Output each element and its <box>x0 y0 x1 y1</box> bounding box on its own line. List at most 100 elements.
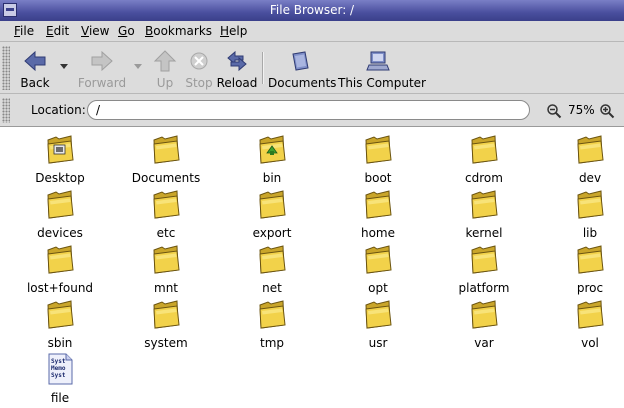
menu-bookmarks[interactable]: Bookmarks <box>145 24 212 38</box>
file-name-label: system <box>144 336 188 350</box>
file-item-cdrom[interactable]: cdrom <box>434 133 534 185</box>
zoom-level[interactable]: 75% <box>568 103 595 117</box>
file-item-mnt[interactable]: mnt <box>116 243 216 295</box>
file-item-etc[interactable]: etc <box>116 188 216 240</box>
file-name-label: dev <box>578 171 602 185</box>
file-item-documents[interactable]: Documents <box>116 133 216 185</box>
back-history-chevron-down-icon[interactable] <box>60 64 68 69</box>
folder-icon <box>575 298 605 330</box>
file-name-label: home <box>360 226 396 240</box>
documents-button[interactable]: Documents <box>268 46 337 90</box>
zoom-out-icon[interactable] <box>546 103 562 119</box>
folder-icon <box>469 298 499 330</box>
file-item-tmp[interactable]: tmp <box>222 298 322 350</box>
file-item-opt[interactable]: opt <box>328 243 428 295</box>
file-item-bin[interactable]: bin <box>222 133 322 185</box>
toolbar-grip[interactable] <box>2 46 10 90</box>
file-item-sbin[interactable]: sbin <box>10 298 110 350</box>
back-button[interactable]: Back <box>14 46 56 90</box>
file-item-boot[interactable]: boot <box>328 133 428 185</box>
file-name-label: net <box>262 281 282 295</box>
back-arrow-icon <box>24 50 46 72</box>
file-name-label: var <box>474 336 494 350</box>
file-item-desktop[interactable]: Desktop <box>10 133 110 185</box>
folder-icon <box>363 298 393 330</box>
folder-icon <box>469 243 499 275</box>
this-computer-button[interactable]: This Computer <box>338 46 426 90</box>
file-item-lib[interactable]: lib <box>540 188 624 240</box>
file-name-label: tmp <box>259 336 284 350</box>
file-item-file[interactable]: Syst Memo Syst file <box>10 353 110 405</box>
stop-button[interactable]: Stop <box>183 46 215 90</box>
menu-help[interactable]: Help <box>220 24 247 38</box>
file-item-dev[interactable]: dev <box>540 133 624 185</box>
file-name-label: usr <box>368 336 388 350</box>
location-bar: Location: 75% <box>0 94 624 127</box>
forward-button[interactable]: Forward <box>76 46 128 90</box>
file-item-usr[interactable]: usr <box>328 298 428 350</box>
file-item-platform[interactable]: platform <box>434 243 534 295</box>
file-preview-line: Syst <box>51 372 66 379</box>
file-name-label: lost+found <box>26 281 94 295</box>
stop-label: Stop <box>185 76 213 90</box>
file-item-kernel[interactable]: kernel <box>434 188 534 240</box>
file-name-label: Documents <box>131 171 201 185</box>
folder-icon <box>363 243 393 275</box>
file-name-label: mnt <box>154 281 178 295</box>
menu-view[interactable]: View <box>81 24 109 38</box>
text-file-icon: Syst Memo Syst <box>45 353 75 385</box>
folder-icon <box>469 188 499 220</box>
file-name-label: boot <box>364 171 392 185</box>
location-label: Location: <box>31 103 86 117</box>
folder-icon <box>45 188 75 220</box>
reload-button[interactable]: Reload <box>216 46 258 90</box>
file-name-label: vol <box>581 336 599 350</box>
bin-folder-icon <box>257 133 287 165</box>
forward-history-chevron-down-icon[interactable] <box>134 64 142 69</box>
file-name-label: file <box>50 391 70 405</box>
file-item-home[interactable]: home <box>328 188 428 240</box>
back-label: Back <box>20 76 50 90</box>
folder-icon <box>151 298 181 330</box>
menu-file[interactable]: File <box>14 24 34 38</box>
file-item-net[interactable]: net <box>222 243 322 295</box>
menu-edit[interactable]: Edit <box>46 24 69 38</box>
folder-icon <box>575 133 605 165</box>
file-icon-view[interactable]: Desktop Documents bin boot cdrom dev devices et… <box>0 127 624 408</box>
file-item-export[interactable]: export <box>222 188 322 240</box>
file-item-system[interactable]: system <box>116 298 216 350</box>
file-name-label: etc <box>156 226 176 240</box>
file-item-devices[interactable]: devices <box>10 188 110 240</box>
file-name-label: bin <box>262 171 282 185</box>
folder-icon <box>575 188 605 220</box>
file-item-vol[interactable]: vol <box>540 298 624 350</box>
toolbar: Back Forward Up Stop Reload Documents Th… <box>0 42 624 94</box>
folder-icon <box>575 243 605 275</box>
file-name-label: kernel <box>465 226 503 240</box>
folder-icon <box>151 188 181 220</box>
menu-go[interactable]: Go <box>118 24 135 38</box>
file-item-proc[interactable]: proc <box>540 243 624 295</box>
zoom-in-icon[interactable] <box>599 103 615 119</box>
location-input[interactable] <box>87 100 530 120</box>
file-name-label: export <box>252 226 292 240</box>
up-button[interactable]: Up <box>150 46 180 90</box>
this-computer-label: This Computer <box>338 76 426 90</box>
file-name-label: Desktop <box>35 171 85 185</box>
file-name-label: sbin <box>47 336 73 350</box>
file-name-label: lib <box>582 226 598 240</box>
up-label: Up <box>156 76 174 90</box>
folder-icon <box>257 298 287 330</box>
title-bar[interactable]: File Browser: / <box>0 0 624 21</box>
folder-icon <box>363 133 393 165</box>
documents-label: Documents <box>268 76 337 90</box>
desktop-folder-icon <box>45 133 75 165</box>
toolbar-separator <box>262 52 264 84</box>
menu-bar: File Edit View Go Bookmarks Help <box>0 21 624 42</box>
folder-icon <box>469 133 499 165</box>
file-item-lost-found[interactable]: lost+found <box>10 243 110 295</box>
stop-icon <box>190 52 208 70</box>
location-bar-grip[interactable] <box>2 98 10 123</box>
file-name-label: platform <box>458 281 510 295</box>
file-item-var[interactable]: var <box>434 298 534 350</box>
